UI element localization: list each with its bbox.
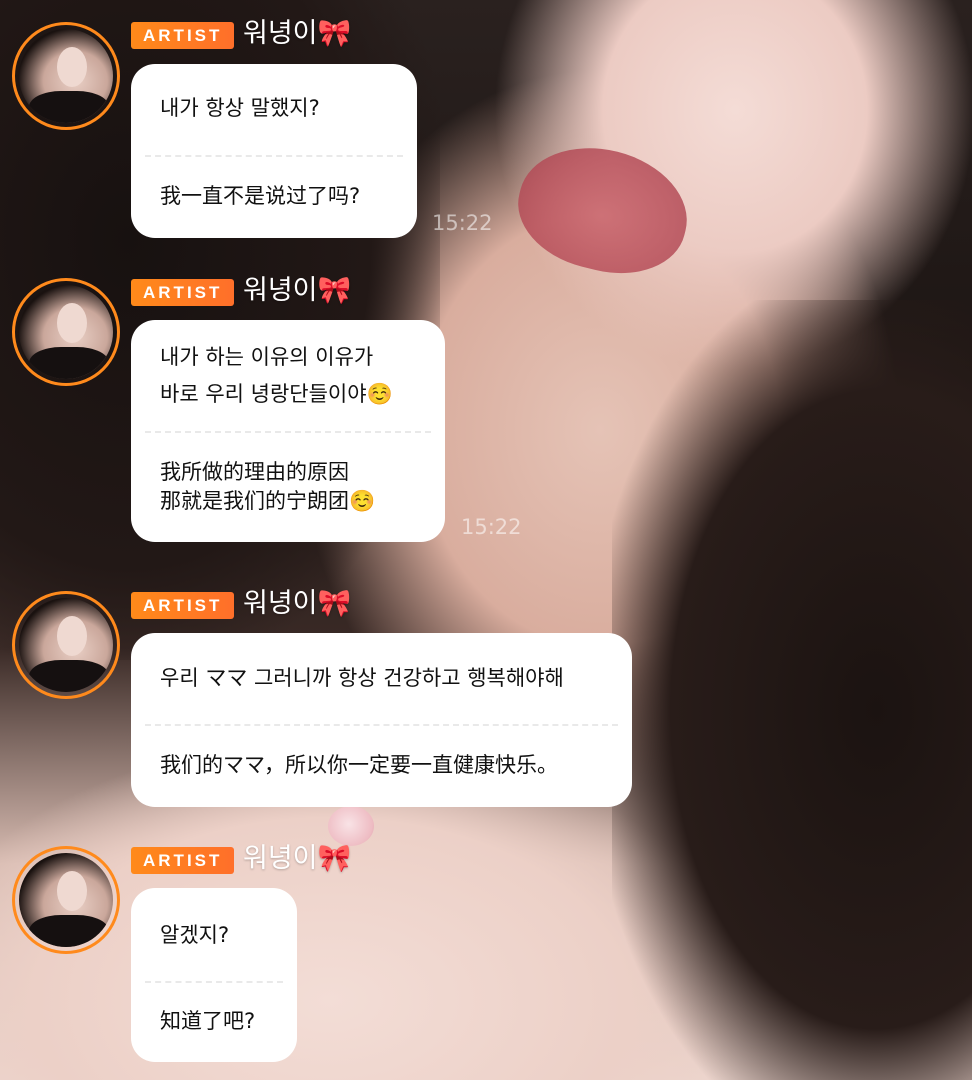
bubble-divider [145, 724, 618, 726]
sender-name: 워녕이🎀 [243, 843, 352, 874]
bubble-divider [145, 431, 431, 433]
background-rose-decoration [328, 806, 374, 846]
translated-text: 我一直不是说过了吗? [160, 184, 361, 208]
artist-avatar[interactable] [12, 846, 120, 954]
original-text: 우리 ママ 그러니까 항상 건강하고 행복해야해 [160, 666, 564, 690]
artist-badge: ARTIST [131, 22, 235, 49]
message-timestamp: 15:22 [432, 211, 493, 235]
translated-text: 我们的ママ，所以你一定要一直健康快乐。 [160, 753, 558, 777]
avatar-image [19, 285, 113, 379]
bubble-divider [145, 155, 403, 157]
original-text-line: 바로 우리 녕랑단들이야☺️ [160, 382, 393, 406]
original-text: 알겠지? [160, 923, 230, 947]
translated-text-line: 我所做的理由的原因 [160, 460, 349, 484]
avatar-image [19, 853, 113, 947]
artist-badge: ARTIST [131, 592, 235, 619]
message-bubble[interactable]: 우리 ママ 그러니까 항상 건강하고 행복해야해 我们的ママ，所以你一定要一直健… [131, 633, 632, 807]
artist-badge: ARTIST [131, 847, 235, 874]
translated-text: 知道了吧? [160, 1009, 256, 1033]
message-bubble[interactable]: 알겠지? 知道了吧? [131, 888, 297, 1062]
message-bubble[interactable]: 내가 하는 이유의 이유가 바로 우리 녕랑단들이야☺️ 我所做的理由的原因 那… [131, 320, 445, 542]
bubble-divider [145, 981, 283, 983]
original-text: 내가 항상 말했지? [160, 96, 320, 120]
avatar-image [19, 29, 113, 123]
sender-name: 워녕이🎀 [243, 275, 352, 306]
original-text-line: 내가 하는 이유의 이유가 [160, 345, 374, 369]
message-timestamp: 15:22 [461, 515, 522, 539]
background-hair-right [612, 300, 972, 1080]
artist-avatar[interactable] [12, 278, 120, 386]
background-lips [506, 131, 700, 289]
sender-name: 워녕이🎀 [243, 18, 352, 49]
message-bubble[interactable]: 내가 항상 말했지? 我一直不是说过了吗? [131, 64, 417, 238]
artist-avatar[interactable] [12, 22, 120, 130]
sender-name: 워녕이🎀 [243, 588, 352, 619]
translated-text-line: 那就是我们的宁朗团☺️ [160, 489, 376, 513]
artist-badge: ARTIST [131, 279, 235, 306]
artist-avatar[interactable] [12, 591, 120, 699]
avatar-image [19, 598, 113, 692]
